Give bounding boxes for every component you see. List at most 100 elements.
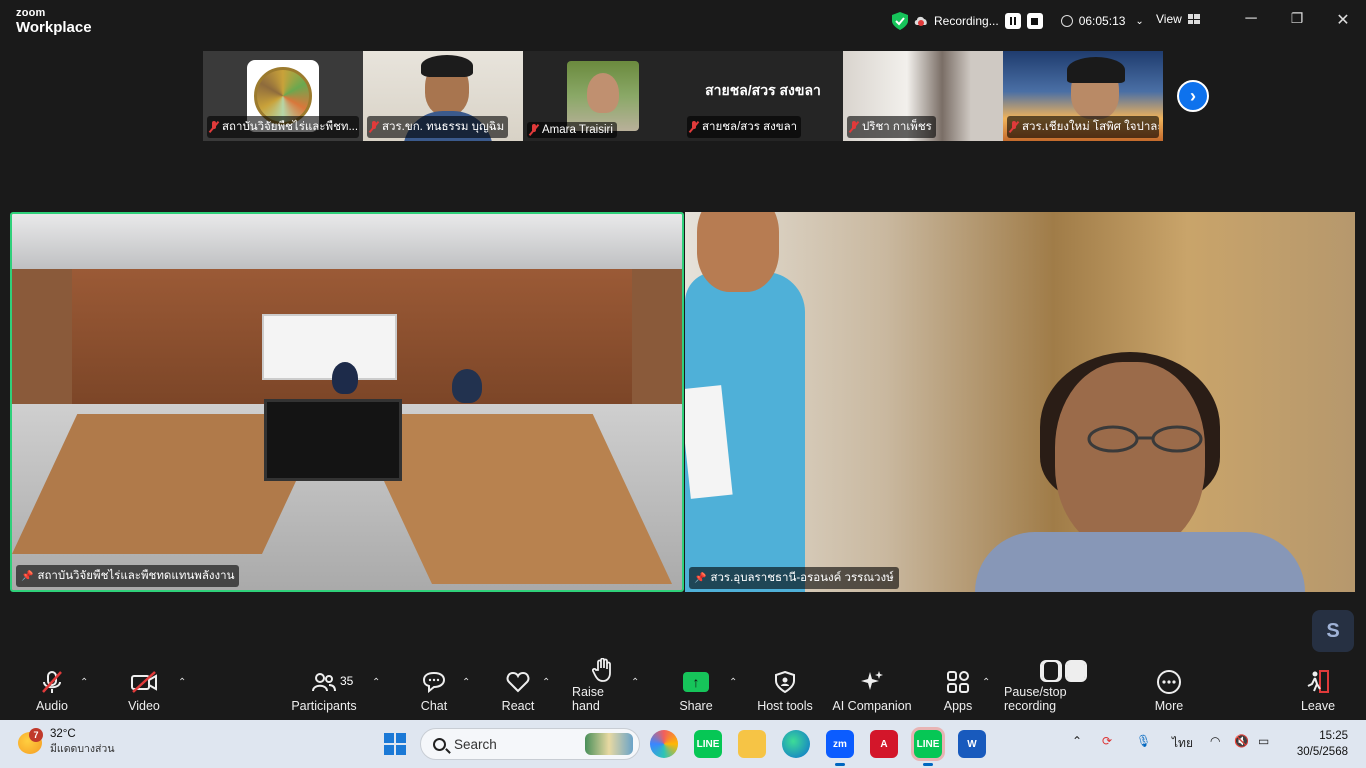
participant-tile[interactable]: สวร.เชียงใหม่ โสพิศ ใจปาละ	[1003, 51, 1163, 141]
edge-browser-icon[interactable]	[782, 730, 810, 758]
search-placeholder: Search	[454, 736, 497, 752]
more-button[interactable]: More	[1150, 661, 1188, 719]
zoom-app-icon[interactable]: zm	[826, 730, 854, 766]
audio-button[interactable]: Audio	[30, 661, 74, 719]
participant-name: สวร.เชียงใหม่ โสพิศ ใจปาละ	[1007, 116, 1159, 138]
cloud-recording-icon	[914, 16, 927, 26]
copilot-icon[interactable]	[650, 730, 678, 758]
host-shield-icon	[775, 671, 795, 693]
participant-name: Amara Traisiri	[527, 122, 617, 138]
participants-icon	[312, 673, 336, 692]
participant-name: สถาบันวิจัยพืชไร่และพืชท...	[207, 116, 359, 138]
view-button[interactable]: View	[1156, 12, 1200, 26]
video-options-chevron-icon[interactable]: ⌃	[178, 677, 186, 688]
temperature: 32°C	[50, 728, 76, 740]
search-highlight-image	[585, 733, 633, 755]
encryption-shield-icon[interactable]	[892, 12, 908, 30]
audio-options-chevron-icon[interactable]: ⌃	[80, 677, 88, 688]
sync-icon[interactable]: ⟳	[1102, 734, 1112, 748]
projector-screen	[262, 314, 397, 380]
pause-icon	[1009, 17, 1016, 25]
pause-stop-icon	[1039, 660, 1087, 682]
raise-hand-button[interactable]: Raise hand	[572, 658, 634, 719]
tv-monitor	[264, 399, 402, 481]
meeting-timer: 06:05:13	[1078, 14, 1126, 28]
line-app-icon[interactable]: LINE	[694, 730, 722, 758]
language-indicator[interactable]: ไทย	[1172, 734, 1193, 753]
clock-icon	[1060, 15, 1073, 27]
weather-badge: 7	[29, 727, 43, 742]
participant-name: สวร.ขก. ทนธรรม บุญฉิม	[367, 116, 509, 138]
share-options-chevron-icon[interactable]: ⌃	[729, 677, 737, 688]
pause-stop-recording-button[interactable]: Pause/stop recording	[1004, 660, 1122, 719]
stop-recording-button[interactable]	[1026, 13, 1043, 29]
weather-widget[interactable]: 7 32°C มีแดดบางส่วน	[18, 727, 115, 757]
pin-icon: 📌	[694, 572, 707, 584]
chat-options-chevron-icon[interactable]: ⌃	[462, 677, 470, 688]
stop-icon	[1031, 17, 1039, 25]
next-page-button[interactable]: ›	[1177, 80, 1209, 112]
pin-icon: 📌	[21, 570, 34, 582]
system-clock[interactable]: 15:25 30/5/2568	[1297, 728, 1348, 760]
windows-taskbar: 7 32°C มีแดดบางส่วน Search LINE zm A LIN…	[0, 720, 1366, 768]
zoom-logo: zoom Workplace	[16, 8, 92, 36]
line-app-active-icon[interactable]: LINE	[914, 730, 942, 766]
apps-options-chevron-icon[interactable]: ⌃	[982, 677, 990, 688]
participant-tile[interactable]: ปริชา กาเพ็ชร	[843, 51, 1003, 141]
mic-muted-icon	[209, 121, 219, 133]
participant-video[interactable]: 📌 สวร.อุบลราชธานี-อรอนงค์ วรรณวงษ์	[685, 212, 1355, 592]
react-button[interactable]: React	[498, 661, 538, 719]
share-button[interactable]: ↑ Share	[676, 661, 716, 719]
floating-app-icon[interactable]: S	[1312, 610, 1354, 652]
participant-tile[interactable]: สายชล/สวร สงขลา สายชล/สวร สงขลา	[683, 51, 843, 141]
start-button[interactable]	[384, 733, 406, 755]
chevron-right-icon: ›	[1190, 85, 1196, 106]
mic-muted-icon	[1009, 121, 1019, 133]
active-speaker-video[interactable]: 📌 สถาบันวิจัยพืชไร่และพืชทดแทนพลังงาน	[10, 212, 684, 592]
chat-button[interactable]: Chat	[414, 661, 454, 719]
microphone-muted-icon	[42, 671, 62, 693]
restore-button[interactable]: ❐	[1287, 10, 1307, 27]
participants-options-chevron-icon[interactable]: ⌃	[372, 677, 380, 688]
taskbar-search[interactable]: Search	[420, 728, 640, 760]
heart-icon	[506, 671, 530, 693]
glasses	[1087, 425, 1203, 453]
acrobat-icon[interactable]: A	[870, 730, 898, 758]
minimize-button[interactable]: ─	[1241, 10, 1261, 28]
participant-tile[interactable]: Amara Traisiri	[523, 51, 683, 141]
react-options-chevron-icon[interactable]: ⌃	[542, 677, 550, 688]
view-label: View	[1156, 12, 1182, 26]
apps-button[interactable]: Apps	[940, 661, 976, 719]
chevron-down-icon[interactable]: ⌄	[1135, 16, 1143, 27]
word-app-icon[interactable]: W	[958, 730, 986, 758]
participant-tile[interactable]: สถาบันวิจัยพืชไร่และพืชท...	[203, 51, 363, 141]
mic-muted-icon	[529, 124, 539, 136]
participant-tile[interactable]: สวร.ขก. ทนธรรม บุญฉิม	[363, 51, 523, 141]
battery-icon[interactable]: ▭	[1258, 734, 1269, 748]
weather-description: มีแดดบางส่วน	[50, 743, 115, 755]
video-button[interactable]: Video	[122, 661, 166, 719]
search-icon	[433, 737, 446, 751]
video-name-label: 📌 สวร.อุบลราชธานี-อรอนงค์ วรรณวงษ์	[689, 567, 899, 589]
share-screen-icon: ↑	[683, 672, 709, 692]
volume-muted-icon[interactable]: 🔇	[1234, 734, 1249, 748]
mic-muted-icon	[689, 121, 699, 133]
clock-time: 15:25	[1319, 730, 1348, 742]
close-button[interactable]: ✕	[1333, 10, 1353, 30]
microphone-icon[interactable]: 🎙	[1136, 734, 1151, 748]
wifi-icon[interactable]: ◠	[1210, 734, 1220, 748]
participants-button[interactable]: Participants	[288, 661, 360, 719]
grid-view-icon	[1187, 14, 1200, 24]
file-explorer-icon[interactable]	[738, 730, 766, 758]
title-bar: zoom Workplace Recording... 06:05:13 ⌄ V…	[0, 0, 1366, 42]
mic-muted-icon	[369, 121, 379, 133]
participant-name: ปริชา กาเพ็ชร	[847, 116, 936, 138]
clock-date: 30/5/2568	[1296, 746, 1348, 758]
show-hidden-icons-chevron-icon[interactable]: ⌃	[1072, 734, 1082, 748]
host-tools-button[interactable]: Host tools	[756, 661, 814, 719]
raise-hand-options-chevron-icon[interactable]: ⌃	[631, 677, 639, 688]
pause-recording-button[interactable]	[1004, 13, 1021, 29]
ai-companion-button[interactable]: AI Companion	[832, 661, 912, 719]
brand-large: Workplace	[16, 19, 92, 36]
leave-button[interactable]: Leave	[1298, 661, 1338, 719]
